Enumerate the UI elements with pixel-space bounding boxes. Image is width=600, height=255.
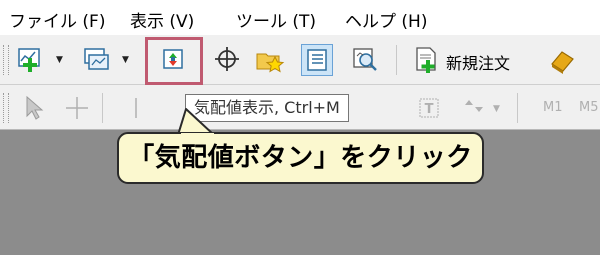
- vertical-line-icon: [135, 98, 137, 118]
- timeframe-m5[interactable]: M5: [579, 100, 599, 115]
- crosshair-tool-button[interactable]: [64, 95, 92, 123]
- search-zoom-icon: [353, 48, 377, 71]
- new-order-label[interactable]: 新規注文: [446, 50, 510, 74]
- profiles-button[interactable]: [82, 46, 110, 74]
- svg-text:T: T: [425, 102, 434, 117]
- menu-view[interactable]: 表示 (V): [130, 7, 194, 32]
- text-label-button[interactable]: T: [417, 96, 445, 124]
- vertical-line-button[interactable]: [126, 95, 154, 123]
- timeframe-m1[interactable]: M1: [543, 100, 563, 115]
- toolbar-grip[interactable]: [3, 45, 9, 75]
- chevron-down-icon[interactable]: ▼: [122, 55, 129, 65]
- cursor-button[interactable]: [22, 94, 50, 122]
- toolbar-separator: [102, 93, 103, 123]
- new-chart-button[interactable]: [16, 46, 44, 74]
- new-order-button[interactable]: [413, 46, 441, 74]
- navigator-icon: [307, 49, 327, 71]
- favorites-button[interactable]: [255, 45, 285, 73]
- expert-advisor-icon: [551, 51, 574, 74]
- toolbar-separator: [517, 93, 518, 123]
- favorites-star-icon: [256, 53, 285, 73]
- new-order-icon: [416, 47, 436, 73]
- text-tool-icon: T: [419, 98, 439, 118]
- instruction-callout: 「気配値ボタン」をクリック: [117, 132, 484, 184]
- auto-trading-button[interactable]: [548, 47, 576, 75]
- callout-text: 「気配値ボタン」をクリック: [128, 143, 473, 173]
- crosshair-icon: [215, 47, 239, 71]
- crosshair-button[interactable]: [214, 46, 242, 74]
- arrows-icon: [465, 100, 483, 112]
- cursor-icon: [26, 95, 44, 120]
- navigator-button[interactable]: [301, 44, 333, 76]
- arrows-button[interactable]: [463, 96, 491, 124]
- menu-file[interactable]: ファイル (F): [9, 7, 105, 32]
- chevron-down-icon[interactable]: ▼: [493, 104, 500, 114]
- menu-help[interactable]: ヘルプ (H): [345, 7, 427, 32]
- chevron-down-icon[interactable]: ▼: [56, 55, 63, 65]
- menu-tools[interactable]: ツール (T): [236, 7, 316, 32]
- standard-toolbar: ▼ ▼ 新規注文: [0, 35, 600, 85]
- callout-tail-seam: [181, 133, 214, 137]
- data-window-button[interactable]: [351, 46, 379, 74]
- toolbar-separator: [396, 45, 397, 75]
- toolbar-grip[interactable]: [3, 93, 9, 123]
- crosshair-line-icon: [66, 97, 88, 119]
- menu-bar: ファイル (F) 表示 (V) ツール (T) ヘルプ (H): [0, 0, 600, 35]
- new-chart-icon: [18, 48, 40, 72]
- highlight-frame: [145, 37, 203, 85]
- profiles-icon: [84, 48, 109, 70]
